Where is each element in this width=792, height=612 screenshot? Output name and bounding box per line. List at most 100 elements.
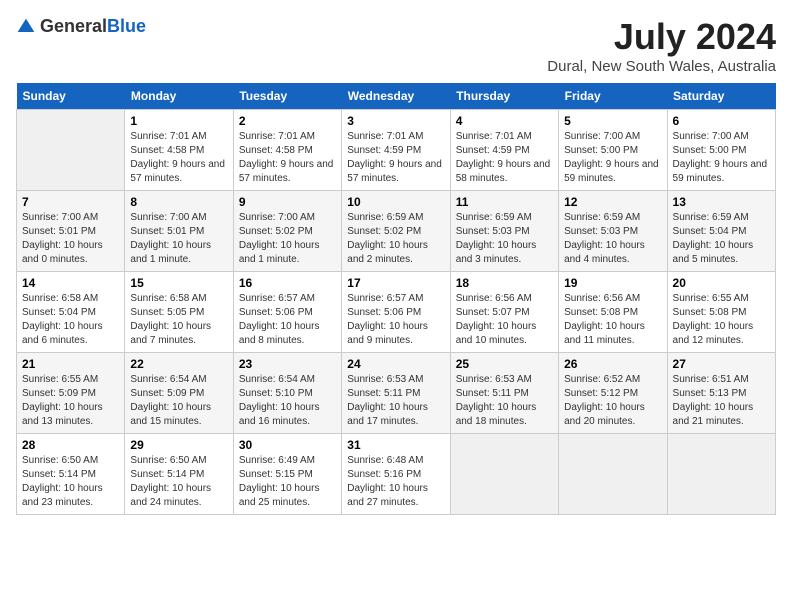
day-number: 10 xyxy=(347,195,444,209)
day-number: 8 xyxy=(130,195,227,209)
calendar-cell: 27 Sunrise: 6:51 AMSunset: 5:13 PMDayligh… xyxy=(667,353,775,434)
header-monday: Monday xyxy=(125,83,233,110)
day-info: Sunrise: 6:52 AMSunset: 5:12 PMDaylight:… xyxy=(564,373,661,429)
calendar-cell: 7Sunrise: 7:00 AMSunset: 5:01 PMDaylight… xyxy=(17,191,125,272)
day-info: Sunrise: 7:01 AMSunset: 4:59 PMDaylight:… xyxy=(456,130,553,186)
day-number: 15 xyxy=(130,276,227,290)
day-info: Sunrise: 6:50 AMSunset: 5:14 PMDaylight:… xyxy=(130,454,227,510)
day-info: Sunrise: 7:00 AMSunset: 5:00 PMDaylight:… xyxy=(564,130,661,186)
calendar-cell: 18 Sunrise: 6:56 AMSunset: 5:07 PMDayligh… xyxy=(450,272,558,353)
day-number: 1 xyxy=(130,114,227,128)
calendar-cell: 19 Sunrise: 6:56 AMSunset: 5:08 PMDayligh… xyxy=(559,272,667,353)
header-tuesday: Tuesday xyxy=(233,83,341,110)
calendar-cell: 3Sunrise: 7:01 AMSunset: 4:59 PMDaylight… xyxy=(342,110,450,191)
calendar-cell xyxy=(559,434,667,515)
day-number: 26 xyxy=(564,357,661,371)
calendar-cell: 15 Sunrise: 6:58 AMSunset: 5:05 PMDayligh… xyxy=(125,272,233,353)
day-number: 18 xyxy=(456,276,553,290)
header-wednesday: Wednesday xyxy=(342,83,450,110)
calendar-cell: 4 Sunrise: 7:01 AMSunset: 4:59 PMDaylight… xyxy=(450,110,558,191)
logo: GeneralBlue xyxy=(16,16,146,37)
day-info: Sunrise: 6:54 AMSunset: 5:09 PMDaylight:… xyxy=(130,373,227,429)
day-number: 21 xyxy=(22,357,119,371)
calendar-week-row: 21 Sunrise: 6:55 AMSunset: 5:09 PMDayligh… xyxy=(17,353,776,434)
month-year-title: July 2024 xyxy=(547,16,776,58)
calendar-week-row: 7Sunrise: 7:00 AMSunset: 5:01 PMDaylight… xyxy=(17,191,776,272)
day-info: Sunrise: 6:53 AMSunset: 5:11 PMDaylight:… xyxy=(456,373,553,429)
day-number: 23 xyxy=(239,357,336,371)
calendar-cell: 22 Sunrise: 6:54 AMSunset: 5:09 PMDayligh… xyxy=(125,353,233,434)
calendar-cell: 5 Sunrise: 7:00 AMSunset: 5:00 PMDaylight… xyxy=(559,110,667,191)
day-number: 14 xyxy=(22,276,119,290)
day-info: Sunrise: 6:58 AMSunset: 5:04 PMDaylight:… xyxy=(22,292,119,348)
day-number: 30 xyxy=(239,438,336,452)
calendar-cell xyxy=(667,434,775,515)
day-number: 2 xyxy=(239,114,336,128)
calendar-cell: 28 Sunrise: 6:50 AMSunset: 5:14 PMDayligh… xyxy=(17,434,125,515)
calendar-cell: 21 Sunrise: 6:55 AMSunset: 5:09 PMDayligh… xyxy=(17,353,125,434)
calendar-cell: 23 Sunrise: 6:54 AMSunset: 5:10 PMDayligh… xyxy=(233,353,341,434)
day-info: Sunrise: 7:00 AMSunset: 5:01 PMDaylight:… xyxy=(22,211,119,267)
calendar-cell: 25Sunrise: 6:53 AMSunset: 5:11 PMDayligh… xyxy=(450,353,558,434)
day-number: 4 xyxy=(456,114,553,128)
day-number: 22 xyxy=(130,357,227,371)
day-number: 6 xyxy=(673,114,770,128)
calendar-cell xyxy=(17,110,125,191)
calendar-cell: 31 Sunrise: 6:48 AMSunset: 5:16 PMDayligh… xyxy=(342,434,450,515)
day-number: 27 xyxy=(673,357,770,371)
calendar-cell: 12 Sunrise: 6:59 AMSunset: 5:03 PMDayligh… xyxy=(559,191,667,272)
calendar-cell: 1Sunrise: 7:01 AMSunset: 4:58 PMDaylight… xyxy=(125,110,233,191)
calendar-cell: 24 Sunrise: 6:53 AMSunset: 5:11 PMDayligh… xyxy=(342,353,450,434)
day-info: Sunrise: 6:56 AMSunset: 5:07 PMDaylight:… xyxy=(456,292,553,348)
day-number: 19 xyxy=(564,276,661,290)
day-info: Sunrise: 6:58 AMSunset: 5:05 PMDaylight:… xyxy=(130,292,227,348)
calendar-cell: 10 Sunrise: 6:59 AMSunset: 5:02 PMDayligh… xyxy=(342,191,450,272)
logo-text: GeneralBlue xyxy=(40,16,146,37)
calendar-cell: 20Sunrise: 6:55 AMSunset: 5:08 PMDayligh… xyxy=(667,272,775,353)
location-subtitle: Dural, New South Wales, Australia xyxy=(547,58,776,75)
calendar-week-row: 28 Sunrise: 6:50 AMSunset: 5:14 PMDayligh… xyxy=(17,434,776,515)
day-info: Sunrise: 6:56 AMSunset: 5:08 PMDaylight:… xyxy=(564,292,661,348)
day-info: Sunrise: 6:54 AMSunset: 5:10 PMDaylight:… xyxy=(239,373,336,429)
day-info: Sunrise: 6:59 AMSunset: 5:03 PMDaylight:… xyxy=(456,211,553,267)
day-number: 12 xyxy=(564,195,661,209)
day-info: Sunrise: 7:01 AMSunset: 4:58 PMDaylight:… xyxy=(239,130,336,186)
day-number: 17 xyxy=(347,276,444,290)
title-block: July 2024 Dural, New South Wales, Austra… xyxy=(547,16,776,75)
calendar-cell: 8 Sunrise: 7:00 AMSunset: 5:01 PMDaylight… xyxy=(125,191,233,272)
day-number: 3 xyxy=(347,114,444,128)
day-number: 31 xyxy=(347,438,444,452)
calendar-cell: 26 Sunrise: 6:52 AMSunset: 5:12 PMDayligh… xyxy=(559,353,667,434)
day-info: Sunrise: 6:49 AMSunset: 5:15 PMDaylight:… xyxy=(239,454,336,510)
calendar-cell xyxy=(450,434,558,515)
day-number: 20 xyxy=(673,276,770,290)
day-info: Sunrise: 6:57 AMSunset: 5:06 PMDaylight:… xyxy=(347,292,444,348)
day-info: Sunrise: 7:00 AMSunset: 5:01 PMDaylight:… xyxy=(130,211,227,267)
day-info: Sunrise: 6:48 AMSunset: 5:16 PMDaylight:… xyxy=(347,454,444,510)
calendar-week-row: 1 Sunrise: 7:01 AMSunset: 4:58 PMDaylight… xyxy=(17,110,776,191)
logo-icon xyxy=(16,17,36,37)
calendar-cell: 17 Sunrise: 6:57 AMSunset: 5:06 PMDayligh… xyxy=(342,272,450,353)
calendar-cell: 11Sunrise: 6:59 AMSunset: 5:03 PMDayligh… xyxy=(450,191,558,272)
calendar-table: SundayMondayTuesdayWednesdayThursdayFrid… xyxy=(16,83,776,515)
day-number: 5 xyxy=(564,114,661,128)
day-number: 29 xyxy=(130,438,227,452)
day-info: Sunrise: 7:00 AMSunset: 5:02 PMDaylight:… xyxy=(239,211,336,267)
calendar-header-row: SundayMondayTuesdayWednesdayThursdayFrid… xyxy=(17,83,776,110)
calendar-cell: 16Sunrise: 6:57 AMSunset: 5:06 PMDayligh… xyxy=(233,272,341,353)
header-thursday: Thursday xyxy=(450,83,558,110)
day-info: Sunrise: 6:50 AMSunset: 5:14 PMDaylight:… xyxy=(22,454,119,510)
day-info: Sunrise: 7:00 AMSunset: 5:00 PMDaylight:… xyxy=(673,130,770,186)
day-number: 24 xyxy=(347,357,444,371)
calendar-week-row: 14 Sunrise: 6:58 AMSunset: 5:04 PMDayligh… xyxy=(17,272,776,353)
day-info: Sunrise: 6:59 AMSunset: 5:02 PMDaylight:… xyxy=(347,211,444,267)
day-info: Sunrise: 6:53 AMSunset: 5:11 PMDaylight:… xyxy=(347,373,444,429)
day-number: 28 xyxy=(22,438,119,452)
calendar-cell: 30 Sunrise: 6:49 AMSunset: 5:15 PMDayligh… xyxy=(233,434,341,515)
calendar-cell: 29 Sunrise: 6:50 AMSunset: 5:14 PMDayligh… xyxy=(125,434,233,515)
day-info: Sunrise: 6:55 AMSunset: 5:09 PMDaylight:… xyxy=(22,373,119,429)
day-info: Sunrise: 6:51 AMSunset: 5:13 PMDaylight:… xyxy=(673,373,770,429)
day-number: 9 xyxy=(239,195,336,209)
calendar-cell: 13Sunrise: 6:59 AMSunset: 5:04 PMDayligh… xyxy=(667,191,775,272)
day-info: Sunrise: 6:59 AMSunset: 5:03 PMDaylight:… xyxy=(564,211,661,267)
